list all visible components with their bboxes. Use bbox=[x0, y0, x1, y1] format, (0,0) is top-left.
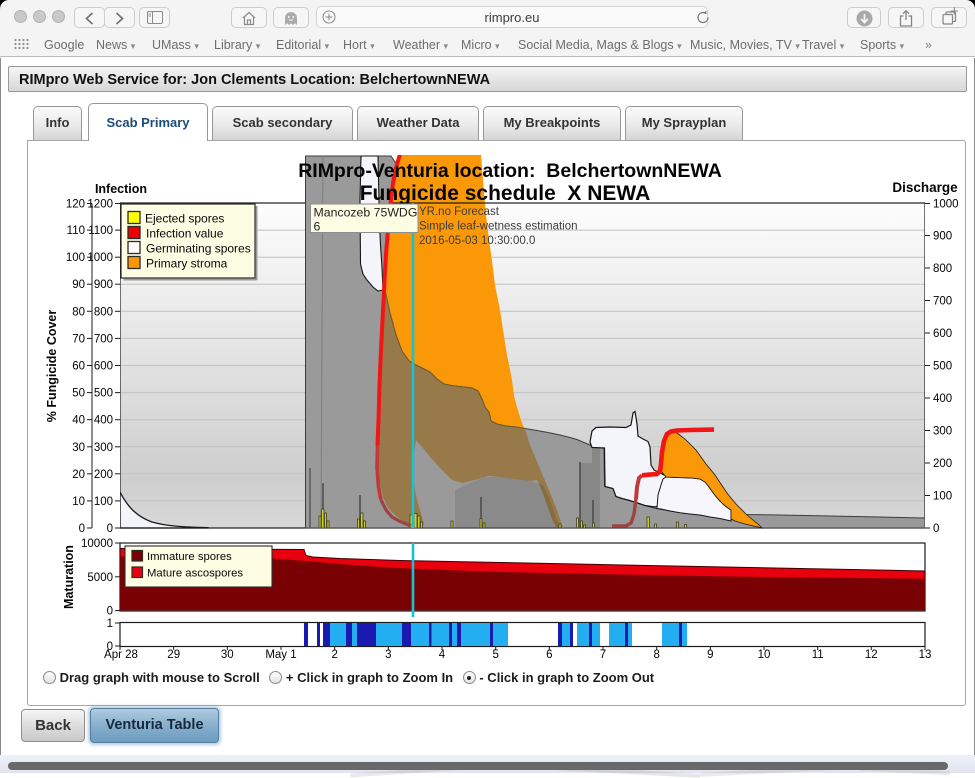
svg-text:200: 200 bbox=[933, 458, 952, 470]
svg-text:1200: 1200 bbox=[87, 199, 113, 211]
svg-text:3: 3 bbox=[385, 649, 391, 661]
svg-text:80: 80 bbox=[72, 306, 85, 318]
svg-text:13: 13 bbox=[919, 649, 932, 661]
svg-text:11: 11 bbox=[812, 649, 824, 661]
svg-text:700: 700 bbox=[94, 333, 113, 345]
svg-text:60: 60 bbox=[72, 361, 85, 373]
svg-text:0: 0 bbox=[933, 523, 939, 535]
svg-text:Mancozeb 75WDG: Mancozeb 75WDG bbox=[314, 206, 418, 220]
svg-text:600: 600 bbox=[94, 361, 113, 373]
svg-text:200: 200 bbox=[94, 469, 113, 481]
svg-text:120: 120 bbox=[66, 199, 85, 211]
svg-text:5000: 5000 bbox=[87, 572, 113, 584]
svg-text:90: 90 bbox=[72, 279, 85, 291]
svg-text:Discharge: Discharge bbox=[892, 180, 958, 195]
svg-text:YR.no Forecast: YR.no Forecast bbox=[419, 206, 500, 218]
svg-text:900: 900 bbox=[94, 279, 113, 291]
svg-text:300: 300 bbox=[933, 426, 952, 438]
svg-text:Simple leaf-wetness estimation: Simple leaf-wetness estimation bbox=[419, 221, 578, 233]
svg-text:9: 9 bbox=[707, 649, 713, 661]
svg-text:1: 1 bbox=[107, 618, 113, 630]
svg-text:1000: 1000 bbox=[87, 252, 113, 264]
svg-text:10000: 10000 bbox=[81, 538, 113, 550]
svg-text:Immature spores: Immature spores bbox=[147, 551, 232, 563]
svg-text:Infection value: Infection value bbox=[146, 227, 224, 241]
svg-text:6: 6 bbox=[314, 220, 321, 234]
svg-text:110: 110 bbox=[67, 225, 85, 237]
svg-text:500: 500 bbox=[94, 388, 113, 400]
svg-text:1000: 1000 bbox=[933, 199, 959, 211]
svg-text:6: 6 bbox=[546, 649, 552, 661]
svg-text:800: 800 bbox=[94, 306, 113, 318]
svg-text:% Fungicide Cover: % Fungicide Cover bbox=[45, 310, 59, 423]
svg-text:1100: 1100 bbox=[88, 225, 113, 237]
svg-text:29: 29 bbox=[167, 649, 180, 661]
svg-text:800: 800 bbox=[933, 263, 952, 275]
svg-text:7: 7 bbox=[600, 649, 606, 661]
svg-text:400: 400 bbox=[94, 415, 113, 427]
svg-text:50: 50 bbox=[72, 388, 85, 400]
svg-text:Mature ascospores: Mature ascospores bbox=[147, 568, 243, 580]
svg-text:0: 0 bbox=[79, 523, 85, 535]
svg-text:Ejected spores: Ejected spores bbox=[145, 212, 224, 226]
svg-text:5: 5 bbox=[492, 649, 498, 661]
svg-text:Infection: Infection bbox=[95, 182, 147, 196]
svg-text:30: 30 bbox=[221, 649, 234, 661]
svg-text:900: 900 bbox=[933, 231, 952, 243]
svg-text:400: 400 bbox=[933, 393, 952, 405]
svg-text:8: 8 bbox=[653, 649, 659, 661]
svg-text:12: 12 bbox=[865, 649, 878, 661]
svg-text:Primary stroma: Primary stroma bbox=[146, 257, 228, 271]
svg-text:70: 70 bbox=[72, 333, 85, 345]
svg-text:20: 20 bbox=[72, 469, 85, 481]
svg-text:4: 4 bbox=[439, 649, 446, 661]
svg-text:Apr 28: Apr 28 bbox=[104, 649, 138, 661]
svg-text:30: 30 bbox=[72, 442, 85, 454]
svg-text:Maturation: Maturation bbox=[62, 545, 76, 609]
svg-text:0: 0 bbox=[107, 523, 113, 535]
svg-text:0: 0 bbox=[107, 606, 113, 618]
svg-text:10: 10 bbox=[72, 496, 85, 508]
svg-text:40: 40 bbox=[72, 415, 85, 427]
svg-text:700: 700 bbox=[933, 296, 952, 308]
svg-text:2: 2 bbox=[331, 649, 337, 661]
svg-text:Fungicide schedule X NEWA: Fungicide schedule X NEWA bbox=[360, 182, 651, 205]
svg-text:100: 100 bbox=[66, 252, 85, 264]
svg-text:RIMpro-Venturia location: Bel: RIMpro-Venturia location: BelchertownNEW… bbox=[298, 160, 722, 182]
svg-text:100: 100 bbox=[94, 496, 113, 508]
svg-text:May 1: May 1 bbox=[265, 649, 296, 661]
svg-text:300: 300 bbox=[94, 442, 113, 454]
svg-text:100: 100 bbox=[933, 491, 952, 503]
svg-text:10: 10 bbox=[758, 649, 771, 661]
svg-text:Germinating spores: Germinating spores bbox=[146, 242, 251, 256]
svg-text:2016-05-03 10:30:00.0: 2016-05-03 10:30:00.0 bbox=[419, 235, 535, 247]
svg-text:600: 600 bbox=[933, 328, 952, 340]
svg-text:500: 500 bbox=[933, 361, 952, 373]
